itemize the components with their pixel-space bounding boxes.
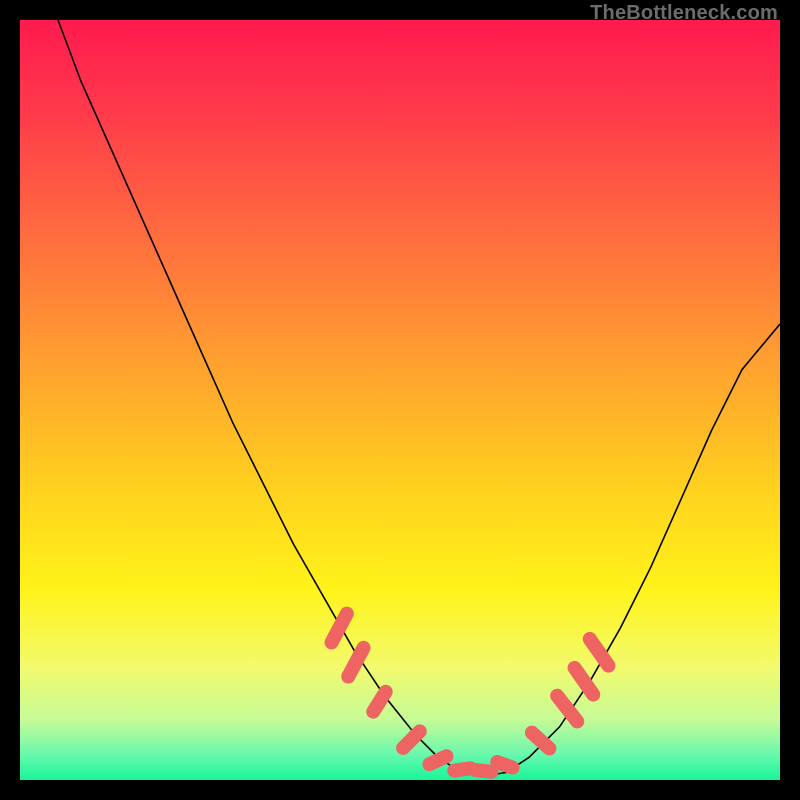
curve-layer — [20, 20, 780, 780]
curve-marker — [523, 723, 559, 757]
curve-marker — [339, 639, 372, 685]
bottleneck-curve — [58, 20, 780, 776]
curve-marker — [565, 659, 602, 704]
plot-area — [20, 20, 780, 780]
marker-group — [323, 605, 618, 779]
curve-marker — [548, 687, 586, 731]
chart-frame: { "watermark": "TheBottleneck.com", "col… — [0, 0, 800, 800]
watermark-text: TheBottleneck.com — [590, 2, 778, 25]
curve-marker — [394, 722, 429, 757]
curve-marker — [581, 630, 618, 675]
